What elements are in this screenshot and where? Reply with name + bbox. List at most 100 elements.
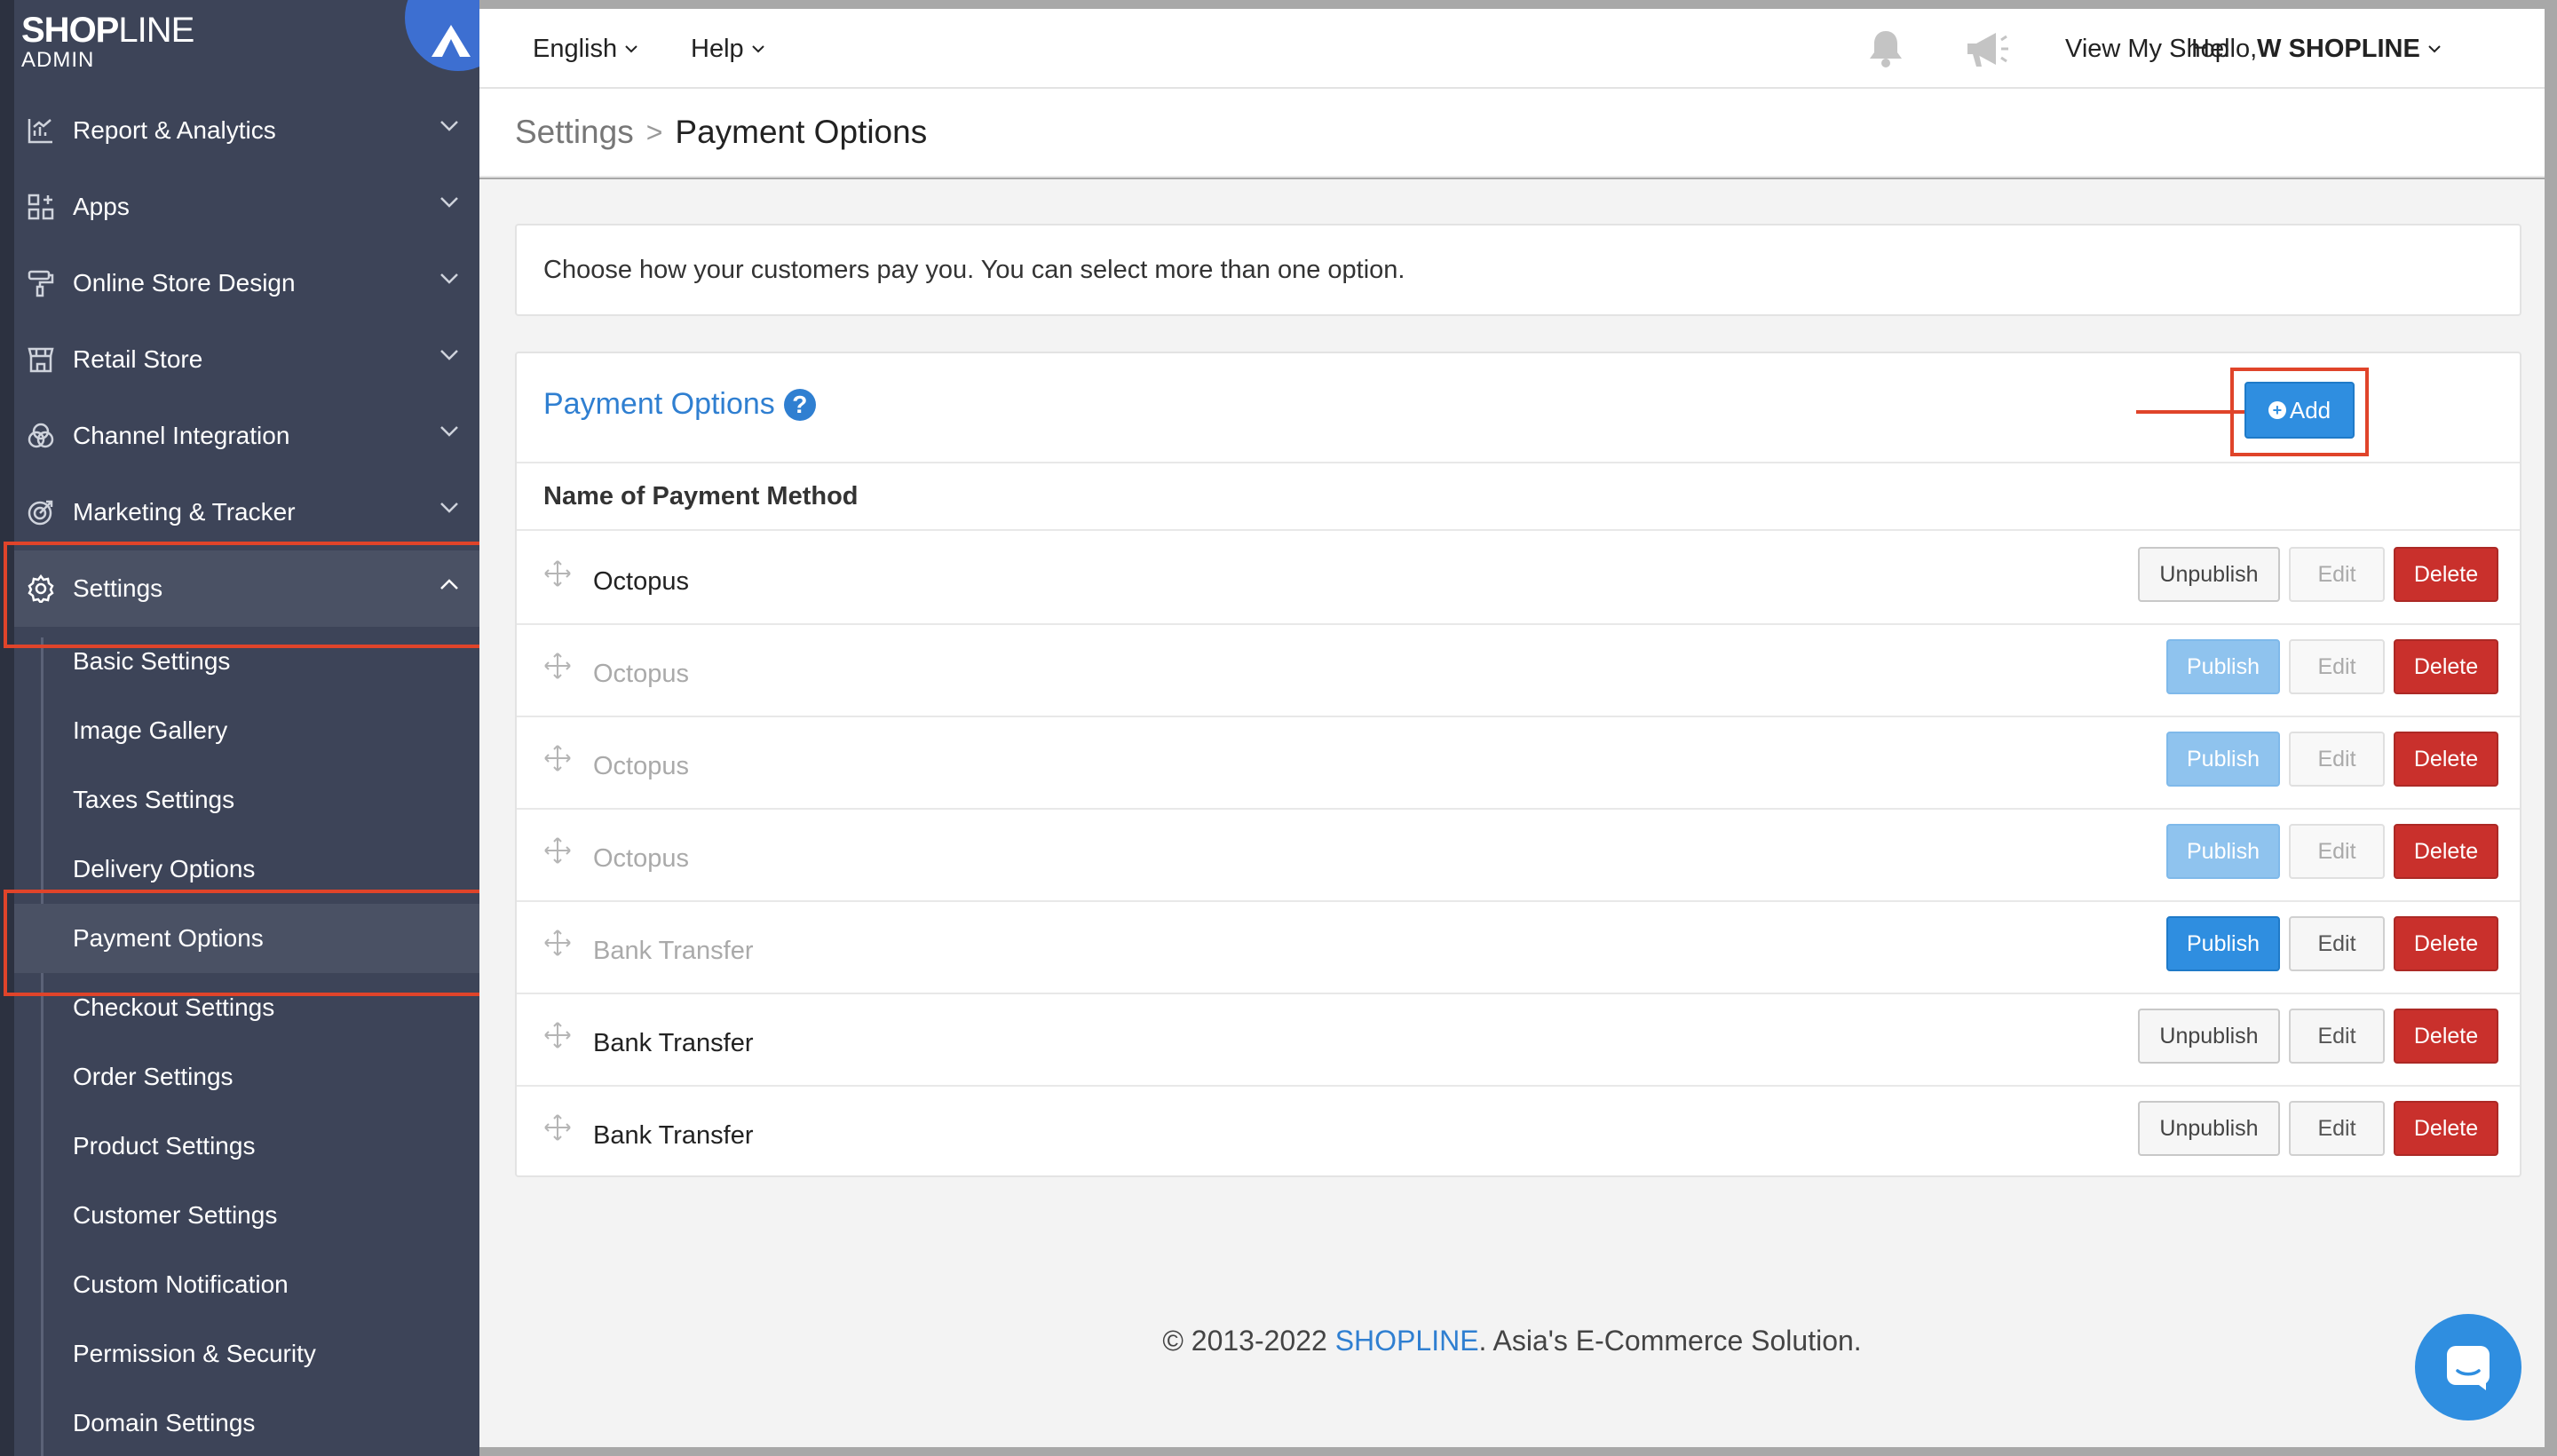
sidebar: SHOPLINE ADMIN Report & Analytics Apps O… bbox=[0, 0, 479, 1456]
breadcrumb-separator: > bbox=[645, 115, 663, 148]
edit-button[interactable]: Edit bbox=[2289, 916, 2385, 971]
payment-method-name: Octopus bbox=[593, 659, 689, 688]
delete-button[interactable]: Delete bbox=[2394, 547, 2498, 602]
intro-text: Choose how your customers pay you. You c… bbox=[515, 224, 2521, 316]
unpublish-button[interactable]: Unpublish bbox=[2138, 1101, 2280, 1156]
table-row: Bank Transfer Unpublish Edit Delete bbox=[517, 1087, 2520, 1179]
logo-brand-bold: SHOP bbox=[21, 11, 119, 50]
drag-handle-icon[interactable] bbox=[543, 559, 572, 588]
sidebar-sub-domain-settings[interactable]: Domain Settings bbox=[73, 1389, 479, 1456]
mountain-logo-icon bbox=[431, 25, 471, 57]
submenu-guide-line bbox=[41, 637, 44, 1456]
user-menu[interactable]: Hello, W SHOPLINE bbox=[2191, 9, 2442, 89]
sidebar-sub-taxes-settings[interactable]: Taxes Settings bbox=[73, 765, 479, 835]
edit-button[interactable]: Edit bbox=[2289, 1101, 2385, 1156]
panel-title-text: Payment Options bbox=[543, 387, 775, 421]
chat-launcher[interactable] bbox=[2415, 1314, 2521, 1420]
delete-button[interactable]: Delete bbox=[2394, 639, 2498, 694]
publish-button[interactable]: Publish bbox=[2166, 639, 2280, 694]
chevron-down-icon bbox=[440, 502, 458, 513]
delete-button[interactable]: Delete bbox=[2394, 1101, 2498, 1156]
edit-button[interactable]: Edit bbox=[2289, 1009, 2385, 1064]
chevron-down-icon bbox=[440, 121, 458, 131]
table-row: Octopus Unpublish Edit Delete bbox=[517, 533, 2520, 625]
publish-button[interactable]: Publish bbox=[2166, 732, 2280, 787]
sidebar-item-label: Marketing & Tracker bbox=[73, 498, 296, 526]
drag-handle-icon[interactable] bbox=[543, 744, 572, 772]
main-content: Choose how your customers pay you. You c… bbox=[479, 179, 2545, 1447]
edit-button[interactable]: Edit bbox=[2289, 824, 2385, 879]
chevron-down-icon bbox=[440, 197, 458, 208]
apps-grid-icon bbox=[25, 191, 57, 223]
sidebar-sub-custom-notification[interactable]: Custom Notification bbox=[73, 1250, 479, 1319]
highlight-payment-options bbox=[4, 890, 488, 996]
chat-icon bbox=[2447, 1346, 2490, 1390]
edit-button[interactable]: Edit bbox=[2289, 547, 2385, 602]
breadcrumb: Settings > Payment Options bbox=[479, 89, 2545, 178]
chevron-down-icon bbox=[440, 350, 458, 360]
sidebar-item-retail-store[interactable]: Retail Store bbox=[14, 321, 479, 398]
table-row: Octopus Publish Edit Delete bbox=[517, 810, 2520, 902]
caret-down-icon bbox=[2428, 45, 2441, 53]
footer-brand-link[interactable]: SHOPLINE bbox=[1335, 1325, 1479, 1357]
edit-button[interactable]: Edit bbox=[2289, 639, 2385, 694]
bell-icon bbox=[1870, 31, 1902, 67]
drag-handle-icon[interactable] bbox=[543, 1113, 572, 1142]
caret-down-icon bbox=[751, 45, 764, 53]
caret-down-icon bbox=[625, 45, 637, 53]
payment-method-name: Bank Transfer bbox=[593, 936, 754, 965]
shopline-logo[interactable]: SHOPLINE ADMIN bbox=[21, 12, 194, 71]
panel-title: Payment Options ? bbox=[543, 387, 816, 422]
delete-button[interactable]: Delete bbox=[2394, 732, 2498, 787]
sidebar-sub-product-settings[interactable]: Product Settings bbox=[73, 1112, 479, 1181]
sidebar-sub-order-settings[interactable]: Order Settings bbox=[73, 1042, 479, 1112]
table-row: Bank Transfer Unpublish Edit Delete bbox=[517, 994, 2520, 1087]
delete-button[interactable]: Delete bbox=[2394, 824, 2498, 879]
sidebar-item-online-store-design[interactable]: Online Store Design bbox=[14, 245, 479, 321]
language-dropdown[interactable]: English bbox=[533, 9, 638, 89]
sidebar-item-label: Channel Integration bbox=[73, 422, 290, 449]
drag-handle-icon[interactable] bbox=[543, 929, 572, 957]
store-icon bbox=[25, 344, 57, 376]
panel-header: Payment Options ? + Add bbox=[517, 353, 2520, 463]
publish-button[interactable]: Publish bbox=[2166, 916, 2280, 971]
sidebar-item-channel-integration[interactable]: Channel Integration bbox=[14, 398, 479, 474]
payment-method-name: Octopus bbox=[593, 566, 689, 596]
store-badge[interactable] bbox=[405, 0, 479, 71]
payment-method-name: Bank Transfer bbox=[593, 1120, 754, 1150]
logo-sub: ADMIN bbox=[21, 48, 95, 72]
drag-handle-icon[interactable] bbox=[543, 836, 572, 865]
paint-roller-icon bbox=[25, 267, 57, 299]
sidebar-sub-permission-security[interactable]: Permission & Security bbox=[73, 1319, 479, 1389]
footer: © 2013-2022 SHOPLINE. Asia's E-Commerce … bbox=[479, 1325, 2545, 1357]
delete-button[interactable]: Delete bbox=[2394, 1009, 2498, 1064]
help-label: Help bbox=[691, 34, 744, 63]
unpublish-button[interactable]: Unpublish bbox=[2138, 1009, 2280, 1064]
announcements-button[interactable] bbox=[1964, 9, 2010, 89]
breadcrumb-settings[interactable]: Settings bbox=[515, 114, 634, 151]
help-icon[interactable]: ? bbox=[783, 388, 816, 421]
help-dropdown[interactable]: Help bbox=[691, 9, 765, 89]
publish-button[interactable]: Publish bbox=[2166, 824, 2280, 879]
megaphone-icon bbox=[1967, 33, 2008, 67]
edit-button[interactable]: Edit bbox=[2289, 732, 2385, 787]
sidebar-sub-customer-settings[interactable]: Customer Settings bbox=[73, 1181, 479, 1250]
footer-suffix: . Asia's E-Commerce Solution. bbox=[1478, 1325, 1862, 1357]
notifications-button[interactable] bbox=[1864, 9, 1907, 89]
sidebar-item-apps[interactable]: Apps bbox=[14, 169, 479, 245]
sidebar-item-label: Retail Store bbox=[73, 345, 203, 373]
drag-handle-icon[interactable] bbox=[543, 652, 572, 680]
drag-handle-icon[interactable] bbox=[543, 1021, 572, 1049]
unpublish-button[interactable]: Unpublish bbox=[2138, 547, 2280, 602]
table-row: Bank Transfer Publish Edit Delete bbox=[517, 902, 2520, 994]
sidebar-item-report-analytics[interactable]: Report & Analytics bbox=[14, 92, 479, 169]
add-button[interactable]: + Add bbox=[2244, 382, 2355, 439]
column-header-name: Name of Payment Method bbox=[517, 463, 2520, 531]
delete-button[interactable]: Delete bbox=[2394, 916, 2498, 971]
sidebar-item-marketing-tracker[interactable]: Marketing & Tracker bbox=[14, 474, 479, 550]
sidebar-sub-image-gallery[interactable]: Image Gallery bbox=[73, 696, 479, 765]
page-title: Payment Options bbox=[675, 114, 928, 150]
payment-method-name: Octopus bbox=[593, 751, 689, 780]
sidebar-item-label: Online Store Design bbox=[73, 269, 296, 297]
table-row: Octopus Publish Edit Delete bbox=[517, 717, 2520, 810]
